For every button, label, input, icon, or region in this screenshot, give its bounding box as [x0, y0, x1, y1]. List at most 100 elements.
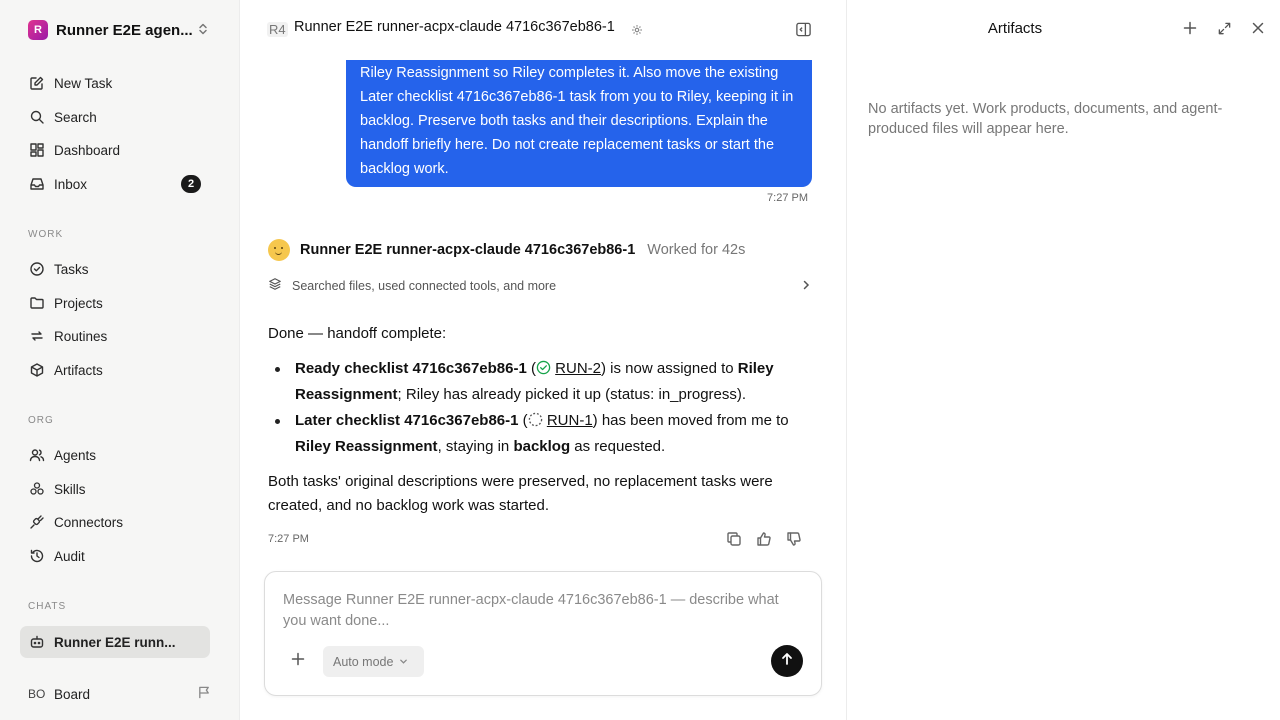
check-circle-icon: [28, 260, 46, 278]
message-input[interactable]: [283, 590, 803, 634]
nav-label: Search: [54, 109, 97, 125]
workspace-logo: R: [28, 20, 48, 40]
nav-routines[interactable]: Routines: [20, 320, 210, 352]
chevron-down-icon: [399, 655, 408, 669]
nav-label: New Task: [54, 75, 113, 91]
nav-search[interactable]: Search: [20, 101, 210, 133]
agent-message-header: Runner E2E runner-acpx-claude 4716c367eb…: [268, 238, 745, 262]
folder-icon: [28, 294, 46, 312]
task-state: backlog: [513, 438, 571, 455]
users-icon: [28, 446, 46, 464]
artifacts-title: Artifacts: [987, 20, 1043, 37]
flag-icon[interactable]: [197, 685, 212, 705]
worked-duration: Worked for 42s: [647, 242, 746, 258]
chevron-right-icon: [800, 278, 812, 296]
send-button[interactable]: [771, 645, 803, 677]
nav-label: Dashboard: [54, 142, 121, 158]
nav-label: Inbox: [54, 176, 88, 192]
tool-activity-summary[interactable]: Searched files, used connected tools, an…: [268, 276, 812, 296]
status-backlog-icon: [528, 411, 543, 435]
chat-label: Runner E2E runn...: [54, 634, 176, 650]
text-fragment: (: [526, 360, 536, 377]
expand-icon[interactable]: [1217, 21, 1232, 41]
board-initials: BO: [28, 687, 46, 701]
copy-icon[interactable]: [726, 531, 742, 552]
chat-item-runner-e2e[interactable]: Runner E2E runn...: [20, 626, 210, 658]
text-fragment: ) is now assigned to: [601, 360, 738, 377]
agent-message-body: Done — handoff complete: Ready checklist…: [268, 322, 818, 529]
nav-label: Audit: [54, 548, 85, 564]
nav-label: Connectors: [54, 514, 124, 530]
close-icon[interactable]: [1251, 21, 1265, 40]
nav-label: Tasks: [54, 261, 89, 277]
thumbs-up-icon[interactable]: [756, 531, 772, 552]
panel-toggle-icon[interactable]: [795, 21, 812, 43]
artifacts-empty-state: No artifacts yet. Work products, documen…: [868, 101, 1223, 137]
section-label-chats: CHATS: [28, 601, 67, 612]
tool-activity-label: Searched files, used connected tools, an…: [292, 279, 557, 293]
plug-icon: [28, 513, 46, 531]
gear-icon[interactable]: [631, 23, 643, 41]
nav-skills[interactable]: Skills: [20, 473, 210, 505]
dashboard-icon: [28, 141, 46, 159]
repeat-icon: [28, 327, 46, 345]
nav-dashboard[interactable]: Dashboard: [20, 134, 210, 166]
bot-icon: [28, 633, 46, 651]
chat-title: Runner E2E runner-acpx-claude 4716c367eb…: [294, 19, 615, 35]
mode-label: Auto mode: [333, 654, 394, 669]
inbox-icon: [28, 175, 46, 193]
user-message-time: 7:27 PM: [767, 192, 808, 204]
task-title: Later checklist 4716c367eb86-1: [295, 412, 519, 429]
skills-icon: [28, 480, 46, 498]
nav-label: Routines: [54, 328, 108, 344]
section-label-work: WORK: [28, 229, 64, 240]
edit-icon: [28, 74, 46, 92]
add-attachment-button[interactable]: [291, 652, 305, 671]
nav-projects[interactable]: Projects: [20, 287, 210, 319]
task-link-run-2[interactable]: RUN-2: [555, 360, 601, 377]
sidebar: R Runner E2E agen... New Task Search Das…: [0, 0, 240, 720]
board-switcher[interactable]: BO Board: [28, 684, 214, 704]
nav-tasks[interactable]: Tasks: [20, 253, 210, 285]
nav-artifacts[interactable]: Artifacts: [20, 354, 210, 386]
text-fragment: (: [518, 412, 528, 429]
workspace-name: Runner E2E agen...: [56, 21, 193, 39]
user-message-bubble: Riley Reassignment so Riley completes it…: [346, 48, 812, 187]
list-item: Ready checklist 4716c367eb86-1 ( RUN-2) …: [268, 357, 818, 407]
nav-label: Skills: [54, 481, 86, 497]
handoff-list: Ready checklist 4716c367eb86-1 ( RUN-2) …: [268, 357, 818, 459]
nav-new-task[interactable]: New Task: [20, 67, 210, 99]
task-title: Ready checklist 4716c367eb86-1: [295, 360, 527, 377]
artifacts-panel: Artifacts No artifacts yet. Work product…: [846, 0, 1280, 720]
layers-icon: [268, 277, 282, 296]
nav-agents[interactable]: Agents: [20, 439, 210, 471]
nav-label: Artifacts: [54, 362, 103, 378]
add-artifact-icon[interactable]: [1183, 21, 1197, 40]
board-label: Board: [54, 686, 91, 702]
chat-header: R4 Runner E2E runner-acpx-claude 4716c36…: [240, 0, 846, 60]
chevron-up-down-icon: [196, 22, 210, 41]
workspace-switcher[interactable]: R Runner E2E agen...: [28, 20, 214, 40]
search-icon: [28, 108, 46, 126]
agent-avatar: [268, 239, 290, 261]
agent-message-time: 7:27 PM: [268, 533, 309, 545]
message-composer: Auto mode: [264, 571, 822, 696]
history-icon: [28, 547, 46, 565]
agent-name: Runner E2E runner-acpx-claude 4716c367eb…: [300, 242, 636, 258]
agent-closing: Both tasks' original descriptions were p…: [268, 473, 773, 514]
section-label-org: ORG: [28, 415, 54, 426]
text-fragment: ; Riley has already picked it up (status…: [397, 386, 747, 403]
nav-audit[interactable]: Audit: [20, 540, 210, 572]
nav-label: Projects: [54, 295, 103, 311]
assignee-name: Riley Reassignment: [295, 438, 438, 455]
task-link-run-1[interactable]: RUN-1: [547, 412, 593, 429]
mode-select[interactable]: Auto mode: [323, 646, 424, 677]
nav-connectors[interactable]: Connectors: [20, 506, 210, 538]
nav-inbox[interactable]: Inbox 2: [20, 168, 210, 200]
agent-intro: Done — handoff complete:: [268, 325, 447, 342]
text-fragment: ) has been moved from me to: [592, 412, 789, 429]
chat-panel: Riley Reassignment so Riley completes it…: [240, 0, 846, 720]
list-item: Later checklist 4716c367eb86-1 ( RUN-1) …: [268, 409, 818, 459]
text-fragment: , staying in: [437, 438, 514, 455]
thumbs-down-icon[interactable]: [786, 531, 802, 552]
